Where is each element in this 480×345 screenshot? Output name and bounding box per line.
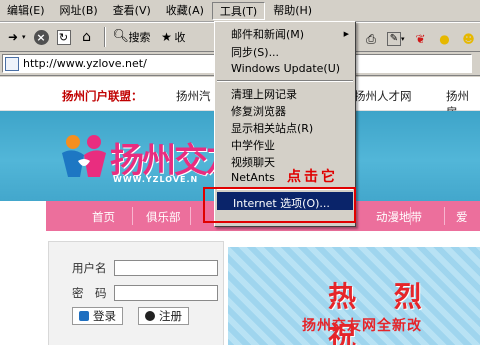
logo-kids-icon <box>62 135 106 177</box>
qq-button[interactable]: ● <box>434 28 456 50</box>
password-label: 密 码 <box>72 286 107 300</box>
menu-item-mail-news[interactable]: 邮件和新闻(M) <box>231 26 304 42</box>
username-input[interactable] <box>113 260 218 276</box>
username-label: 用户名 <box>72 261 107 275</box>
menu-tools[interactable]: 工具(T) <box>211 1 266 20</box>
menu-view[interactable]: 查看(V) <box>106 2 158 20</box>
messenger-icon: ❦ <box>415 32 426 46</box>
edit-button[interactable]: ✎ ▾ <box>384 28 408 50</box>
home-icon: ⌂ <box>82 29 91 45</box>
qq-icon: ● <box>439 32 450 46</box>
nav-love[interactable]: 爱 <box>456 209 468 225</box>
annotation-label: 点击它 <box>287 169 338 185</box>
nav-divider <box>444 207 445 225</box>
dropdown-arrow-icon: ▾ <box>401 35 405 43</box>
lock-icon <box>79 311 89 321</box>
login-button[interactable]: 登录 <box>72 307 123 325</box>
forward-arrow-icon: ➜ <box>7 30 19 44</box>
menu-item-homework[interactable]: 中学作业 <box>231 137 275 153</box>
dropdown-arrow-icon: ▾ <box>22 33 26 41</box>
menu-favorites[interactable]: 收藏(A) <box>159 2 211 20</box>
favorites-label: 收 <box>174 31 186 44</box>
menu-item-repair-browser[interactable]: 修复浏览器 <box>231 103 286 119</box>
print-button[interactable]: ⎙ <box>360 28 382 50</box>
alliance-link[interactable]: 扬州汽 <box>176 88 211 104</box>
submenu-arrow-icon: ▶ <box>343 30 349 38</box>
menu-help[interactable]: 帮助(H) <box>266 2 319 20</box>
alliance-label: 扬州门户联盟： <box>62 89 143 103</box>
address-url: http://www.yzlove.net/ <box>23 57 147 70</box>
search-label: 搜索 <box>128 31 151 44</box>
search-button[interactable]: 🔍︎ 搜索 <box>110 26 154 48</box>
forward-button[interactable]: ➜ ▾ <box>2 26 29 48</box>
refresh-icon: ↻ <box>56 29 71 45</box>
extra-icon: ☻ <box>462 32 475 46</box>
menu-item-windows-update[interactable]: Windows Update(U) <box>231 62 340 75</box>
menu-item-video-chat[interactable]: 视频聊天 <box>231 154 275 170</box>
toolbar-separator <box>103 27 106 47</box>
favorites-button[interactable]: ★ 收 <box>156 26 189 48</box>
promo-banner[interactable]: 热 烈 祝 扬州交友网全新改 <box>228 247 480 345</box>
nav-club[interactable]: 俱乐部 <box>146 209 181 225</box>
register-button-label: 注册 <box>159 309 182 323</box>
username-row: 用户名 <box>72 260 218 276</box>
user-icon <box>145 311 155 321</box>
refresh-button[interactable]: ↻ <box>54 26 74 48</box>
search-icon: 🔍︎ <box>112 29 130 44</box>
alliance-link[interactable]: 扬州人才网 <box>354 88 412 104</box>
site-logo-url: WWW.YZLOVE.N <box>113 175 199 184</box>
stop-icon: × <box>33 29 49 45</box>
menu-item-netants[interactable]: NetAnts <box>231 171 275 184</box>
nav-divider <box>132 207 133 225</box>
menu-separator <box>217 80 353 82</box>
promo-subline: 扬州交友网全新改 <box>302 318 422 334</box>
password-row: 密 码 <box>72 285 218 301</box>
annotation-highlight-frame <box>203 187 356 223</box>
register-button[interactable]: 注册 <box>138 307 189 325</box>
toolbar-right-group: ⎙ ✎ ▾ ❦ ● ☻ <box>360 28 480 50</box>
page-icon <box>5 56 19 71</box>
favorites-icon: ★ <box>161 30 172 44</box>
stop-button[interactable]: × <box>31 26 52 48</box>
menu-item-sync[interactable]: 同步(S)... <box>231 44 279 60</box>
extra-button[interactable]: ☻ <box>458 28 480 50</box>
print-icon: ⎙ <box>366 32 376 46</box>
edit-icon: ✎ <box>387 32 401 46</box>
menu-url[interactable]: 网址(B) <box>53 2 105 20</box>
home-button[interactable]: ⌂ <box>76 26 98 48</box>
nav-anime[interactable]: 动漫地带 <box>376 209 422 225</box>
messenger-button[interactable]: ❦ <box>410 28 432 50</box>
login-button-label: 登录 <box>93 309 116 323</box>
menu-bar: 编辑(E) 网址(B) 查看(V) 收藏(A) 工具(T) 帮助(H) <box>0 0 480 22</box>
menu-item-clear-history[interactable]: 清理上网记录 <box>231 86 297 102</box>
nav-home[interactable]: 首页 <box>92 209 115 225</box>
password-input[interactable] <box>113 285 218 301</box>
menu-edit[interactable]: 编辑(E) <box>0 2 52 20</box>
menu-item-related-sites[interactable]: 显示相关站点(R) <box>231 120 313 136</box>
nav-divider <box>190 207 191 225</box>
